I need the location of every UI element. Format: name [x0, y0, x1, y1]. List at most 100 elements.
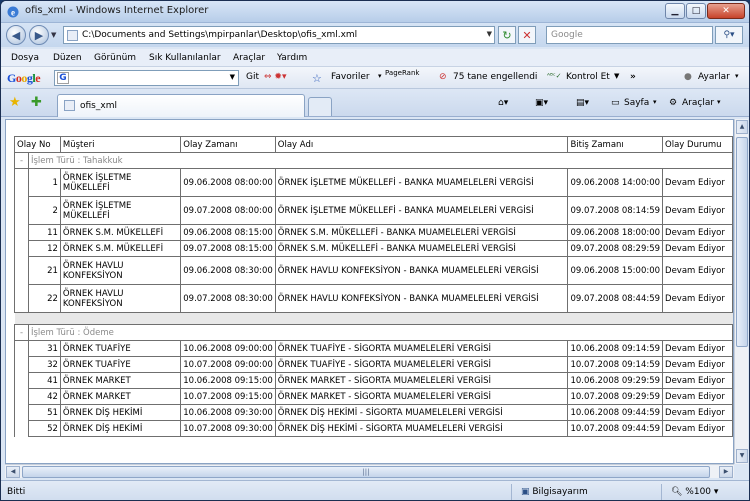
vertical-scrollbar[interactable]: ▲ ▼ — [734, 119, 748, 464]
popup-blocker-button[interactable]: 75 tane engellendi — [453, 72, 537, 82]
extras-icon[interactable]: ⇔ ✹▾ — [264, 72, 286, 82]
scroll-left-icon[interactable]: ◀ — [6, 466, 20, 478]
table-row[interactable]: 41 ÖRNEK MARKET 10.06.2008 09:15:00 ÖRNEK M… — [14, 372, 733, 389]
header-olay-adi[interactable]: Olay Adı — [274, 136, 569, 153]
table-row[interactable]: 1 ÖRNEK İŞLETME MÜKELLEFİ 09.06.2008 08:00… — [14, 168, 733, 197]
cell-olay-zamani: 09.06.2008 08:00:00 — [180, 168, 276, 197]
row-indent — [14, 256, 29, 285]
favorites-dropdown-icon[interactable]: ▾ — [378, 72, 382, 80]
cell-olay-zamani: 10.07.2008 09:15:00 — [180, 388, 276, 405]
menu-help[interactable]: Yardım — [277, 53, 307, 63]
add-favorite-icon[interactable]: ✚ — [31, 95, 42, 110]
scroll-right-icon[interactable]: ▶ — [719, 466, 733, 478]
spellcheck-icon: ᴬᴮᶜ✓ — [547, 72, 562, 80]
address-input[interactable]: C:\Documents and Settings\mpirpanlar\Des… — [82, 30, 357, 40]
header-olay-zamani[interactable]: Olay Zamanı — [180, 136, 276, 153]
group-header-row[interactable]: - İşlem Türü : Ödeme — [14, 324, 733, 341]
settings-dropdown-icon[interactable]: ▾ — [735, 72, 739, 80]
group-header-row[interactable]: - İşlem Türü : Tahakkuk — [14, 152, 733, 169]
google-dropdown-icon[interactable]: ▼ — [230, 73, 235, 81]
minimize-button[interactable]: ▁ — [665, 3, 685, 19]
horizontal-scrollbar[interactable]: ◀ ||| ▶ — [5, 464, 734, 478]
cell-olay-zamani: 09.06.2008 08:15:00 — [180, 224, 276, 241]
google-search-input[interactable]: G ▼ — [54, 70, 239, 86]
page-icon — [67, 30, 78, 41]
header-bitis-zamani[interactable]: Bitiş Zamanı — [567, 136, 664, 153]
table-row[interactable]: 51 ÖRNEK DİŞ HEKİMİ 10.06.2008 09:30:00 ÖRN… — [14, 404, 733, 421]
settings-button[interactable]: Ayarlar — [698, 72, 730, 82]
cell-olay-no: 11 — [27, 224, 61, 241]
cell-olay-zamani: 10.07.2008 09:00:00 — [180, 356, 276, 373]
close-button[interactable]: ✕ — [707, 3, 745, 19]
refresh-button[interactable]: ↻ — [498, 26, 516, 44]
cell-olay-zamani: 09.07.2008 08:00:00 — [180, 196, 276, 225]
horizontal-scroll-thumb[interactable]: ||| — [22, 466, 710, 478]
table-row[interactable]: 42 ÖRNEK MARKET 10.07.2008 09:15:00 ÖRNEK M… — [14, 388, 733, 405]
cell-bitis-zamani: 10.07.2008 09:44:59 — [567, 420, 664, 437]
search-button[interactable]: ⚲▾ — [715, 26, 743, 44]
menu-bar: Dosya Düzen Görünüm Sık Kullanılanlar Ar… — [1, 49, 749, 67]
header-olay-durumu[interactable]: Olay Durumu — [662, 136, 733, 153]
git-button[interactable]: Git — [246, 72, 259, 82]
cell-bitis-zamani: 09.07.2008 08:14:59 — [567, 196, 664, 225]
table-row[interactable]: 21 ÖRNEK HAVLU KONFEKSİYON 09.06.2008 08:3… — [14, 256, 733, 285]
stop-button[interactable]: ✕ — [518, 26, 536, 44]
header-musteri[interactable]: Müşteri — [59, 136, 182, 153]
cell-olay-adi: ÖRNEK HAVLU KONFEKSİYON - BANKA MUAMELEL… — [274, 256, 569, 285]
more-tools-button[interactable]: » — [630, 72, 636, 82]
vertical-scroll-thumb[interactable] — [736, 137, 748, 347]
cell-olay-no: 31 — [27, 340, 61, 357]
maximize-button[interactable]: □ — [686, 3, 706, 19]
cell-bitis-zamani: 09.07.2008 08:44:59 — [567, 284, 664, 313]
search-input[interactable]: Google — [546, 26, 713, 44]
table-row[interactable]: 12 ÖRNEK S.M. MÜKELLEFİ 09.07.2008 08:15:0… — [14, 240, 733, 257]
spellcheck-dropdown-icon[interactable]: ▼ — [614, 72, 619, 80]
menu-view[interactable]: Görünüm — [94, 53, 136, 63]
cell-olay-zamani: 09.07.2008 08:30:00 — [180, 284, 276, 313]
google-logo[interactable]: Google — [7, 71, 40, 86]
forward-button[interactable]: ▶ — [29, 25, 49, 45]
favorites-button[interactable]: Favoriler — [331, 72, 370, 82]
group-collapse-icon[interactable]: - — [14, 152, 29, 169]
tools-menu-button[interactable]: Araçlar — [682, 98, 714, 108]
cell-olay-zamani: 10.06.2008 09:15:00 — [180, 372, 276, 389]
table-row[interactable]: 2 ÖRNEK İŞLETME MÜKELLEFİ 09.07.2008 08:00… — [14, 196, 733, 225]
menu-tools[interactable]: Araçlar — [233, 53, 265, 63]
favorites-center-icon[interactable]: ★ — [9, 95, 21, 110]
window-controls: ▁ □ ✕ — [665, 3, 745, 19]
tab-ofis-xml[interactable]: ofis_xml — [57, 94, 305, 117]
table-row[interactable]: 22 ÖRNEK HAVLU KONFEKSİYON 09.07.2008 08:3… — [14, 284, 733, 313]
home-icon[interactable]: ⌂▾ — [498, 98, 508, 108]
tools-dropdown-icon[interactable]: ▾ — [717, 98, 721, 106]
address-dropdown-icon[interactable]: ▼ — [487, 30, 492, 38]
page-menu-button[interactable]: Sayfa — [624, 98, 649, 108]
address-bar[interactable]: C:\Documents and Settings\mpirpanlar\Des… — [63, 26, 495, 44]
table-row[interactable]: 32 ÖRNEK TUAFİYE 10.07.2008 09:00:00 ÖRNEK … — [14, 356, 733, 373]
menu-favorites[interactable]: Sık Kullanılanlar — [149, 53, 221, 63]
feeds-icon[interactable]: ▣▾ — [535, 98, 548, 108]
menu-file[interactable]: Dosya — [11, 53, 39, 63]
scroll-down-icon[interactable]: ▼ — [736, 449, 748, 463]
new-tab-button[interactable] — [308, 97, 332, 116]
cell-olay-zamani: 09.07.2008 08:15:00 — [180, 240, 276, 257]
pagerank-label[interactable]: PageRank — [385, 69, 419, 77]
cell-olay-no: 21 — [27, 256, 61, 285]
table-row[interactable]: 11 ÖRNEK S.M. MÜKELLEFİ 09.06.2008 08:15:0… — [14, 224, 733, 241]
cell-olay-no: 52 — [27, 420, 61, 437]
back-button[interactable]: ◀ — [6, 25, 26, 45]
cell-olay-durumu: Devam Ediyor — [662, 256, 733, 285]
history-dropdown-icon[interactable]: ▼ — [51, 31, 56, 39]
cell-olay-durumu: Devam Ediyor — [662, 404, 733, 421]
scroll-up-icon[interactable]: ▲ — [736, 120, 748, 134]
zoom-level[interactable]: 🔍︎ %100 ▾ — [671, 487, 718, 497]
menu-edit[interactable]: Düzen — [53, 53, 82, 63]
page-dropdown-icon[interactable]: ▾ — [653, 98, 657, 106]
table-row[interactable]: 31 ÖRNEK TUAFİYE 10.06.2008 09:00:00 ÖRNEK … — [14, 340, 733, 357]
print-icon[interactable]: ▤▾ — [576, 98, 589, 108]
header-olay-no[interactable]: Olay No — [14, 136, 61, 153]
group-collapse-icon[interactable]: - — [14, 324, 29, 341]
spellcheck-button[interactable]: Kontrol Et — [566, 72, 610, 82]
page-content: Olay No Müşteri Olay Zamanı Olay Adı Bit… — [5, 119, 734, 464]
table-row[interactable]: 52 ÖRNEK DİŞ HEKİMİ 10.07.2008 09:30:00 ÖRN… — [14, 420, 733, 437]
security-zone[interactable]: ▣ Bilgisayarım — [521, 487, 588, 497]
